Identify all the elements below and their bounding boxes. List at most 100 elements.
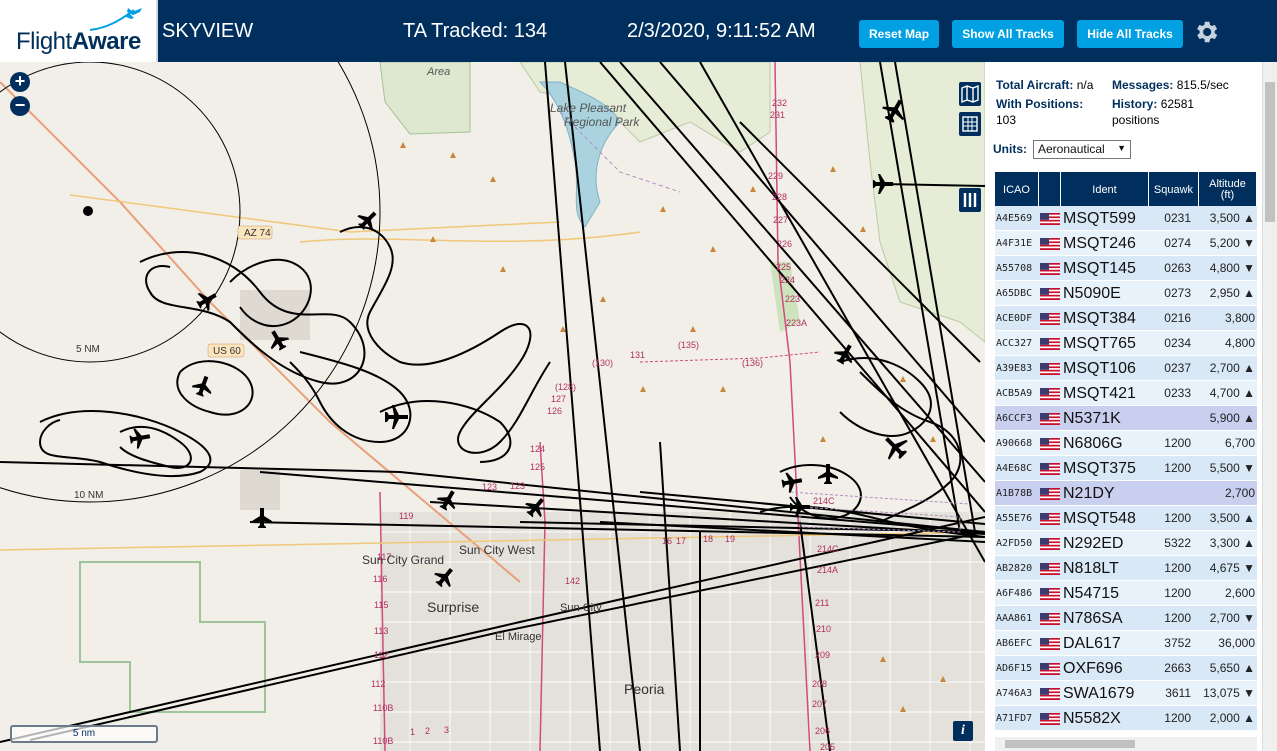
columns-toggle-button[interactable] <box>959 188 981 212</box>
svg-text:227: 227 <box>773 215 788 225</box>
row-icao: ACC327 <box>996 338 1033 349</box>
show-all-tracks-button[interactable]: Show All Tracks <box>952 20 1064 48</box>
zoom-in-button[interactable]: + <box>10 72 30 92</box>
table-row[interactable]: AAA861 N786SA 1200 2,700 ▼ <box>995 606 1257 631</box>
table-row[interactable]: A2FD50 N292ED 5322 3,300 ▲ <box>995 531 1257 556</box>
gear-icon[interactable] <box>1192 18 1220 46</box>
scale-bar: 5 nm <box>10 725 158 743</box>
row-icao: AB6EFC <box>996 638 1033 649</box>
column-flag[interactable] <box>1039 172 1061 208</box>
ring-label-10nm: 10 NM <box>74 490 103 501</box>
row-squawk <box>1151 481 1197 506</box>
row-squawk: 3611 <box>1165 686 1191 700</box>
reset-map-button[interactable]: Reset Map <box>859 20 939 48</box>
positions-value: 103 <box>996 113 1017 127</box>
table-row[interactable]: A6CCF3 N5371K 5,900 ▲ <box>995 406 1257 431</box>
us-flag-icon <box>1040 588 1060 600</box>
row-altitude: 4,700 ▲ <box>1209 386 1255 400</box>
svg-text:226: 226 <box>777 239 792 249</box>
table-row[interactable]: A71FD7 N5582X 1200 2,000 ▲ <box>995 706 1257 731</box>
table-row[interactable]: A1B78B N21DY 2,700 <box>995 481 1257 506</box>
table-row[interactable]: A4F31E MSQT246 0274 5,200 ▼ <box>995 231 1257 256</box>
row-icao: AD6F15 <box>996 663 1033 674</box>
map-label-el-mirage: El Mirage <box>495 631 541 643</box>
svg-text:207: 207 <box>812 699 827 709</box>
table-row[interactable]: A39E83 MSQT106 0237 2,700 ▲ <box>995 356 1257 381</box>
row-icao: A4F31E <box>996 238 1033 249</box>
units-label: Units: <box>993 142 1027 156</box>
row-ident: MSQT384 <box>1063 310 1136 327</box>
table-row[interactable]: A90668 N6806G 1200 6,700 <box>995 431 1257 456</box>
svg-text:224: 224 <box>780 275 795 285</box>
row-altitude: 5,900 ▲ <box>1209 411 1255 425</box>
us-flag-icon <box>1040 463 1060 475</box>
us-flag-icon <box>1040 438 1060 450</box>
row-ident: N6806G <box>1063 435 1123 452</box>
table-row[interactable]: A746A3 SWA1679 3611 13,075 ▼ <box>995 681 1257 706</box>
row-squawk <box>1151 406 1197 431</box>
table-row[interactable]: A65DBC N5090E 0273 2,950 ▲ <box>995 281 1257 306</box>
row-squawk: 1200 <box>1164 611 1191 625</box>
us-flag-icon <box>1040 288 1060 300</box>
svg-text:214C: 214C <box>813 496 835 506</box>
table-row[interactable]: A6F486 N54715 1200 2,600 <box>995 581 1257 606</box>
column-squawk[interactable]: Squawk <box>1149 172 1199 208</box>
row-squawk: 0231 <box>1164 211 1191 225</box>
svg-text:127: 127 <box>551 394 566 404</box>
units-select[interactable]: Aeronautical ▼ <box>1033 140 1131 159</box>
svg-text:211: 211 <box>815 598 829 608</box>
row-altitude: 3,800 <box>1224 311 1255 325</box>
app-title: SKYVIEW <box>162 20 254 42</box>
us-flag-icon <box>1040 663 1060 675</box>
table-row[interactable]: ACB5A9 MSQT421 0233 4,700 ▲ <box>995 381 1257 406</box>
svg-text:19: 19 <box>725 534 735 544</box>
table-row[interactable]: A55E76 MSQT548 1200 3,500 ▲ <box>995 506 1257 531</box>
sidebar-panel: Total Aircraft: n/a Messages: 815.5/sec … <box>985 62 1277 751</box>
table-row[interactable]: A4E569 MSQT599 0231 3,500 ▲ <box>995 206 1257 231</box>
row-altitude: 2,950 ▲ <box>1209 286 1255 300</box>
svg-text:2: 2 <box>425 726 430 736</box>
svg-text:208: 208 <box>812 679 827 689</box>
row-altitude: 3,300 ▲ <box>1209 536 1255 550</box>
table-row[interactable]: ACE0DF MSQT384 0216 3,800 <box>995 306 1257 331</box>
row-altitude: 36,000 <box>1218 636 1255 650</box>
svg-text:110B: 110B <box>373 736 393 746</box>
sidebar-vertical-scrollbar[interactable] <box>1262 62 1277 751</box>
table-row[interactable]: A55708 MSQT145 0263 4,800 ▼ <box>995 256 1257 281</box>
column-altitude[interactable]: Altitude (ft) <box>1199 172 1257 208</box>
map-layers-button[interactable] <box>959 82 981 106</box>
history-unit: positions <box>1112 113 1160 127</box>
svg-text:(130): (130) <box>592 358 613 368</box>
us-flag-icon <box>1040 238 1060 250</box>
map-view[interactable]: 232 231 229 228 227 226 225 224 223 223A (136… <box>0 62 985 751</box>
table-row[interactable]: ACC327 MSQT765 0234 4,800 <box>995 331 1257 356</box>
table-row[interactable]: AB2820 N818LT 1200 4,675 ▼ <box>995 556 1257 581</box>
row-icao: A4E569 <box>996 213 1033 224</box>
info-button[interactable]: i <box>953 721 973 741</box>
map-canvas[interactable]: 232231 229228 227226 225224 223223A (136… <box>0 62 985 751</box>
zoom-out-button[interactable]: − <box>10 96 30 116</box>
column-icao[interactable]: ICAO <box>995 172 1039 208</box>
column-ident[interactable]: Ident <box>1061 172 1149 208</box>
svg-text:206: 206 <box>815 726 830 736</box>
flightaware-logo[interactable]: FlightAware <box>0 0 158 62</box>
table-row[interactable]: A4E68C MSQT375 1200 5,500 ▼ <box>995 456 1257 481</box>
table-row[interactable]: AB6EFC DAL617 3752 36,000 <box>995 631 1257 656</box>
row-altitude: 5,200 ▼ <box>1209 236 1255 250</box>
hide-all-tracks-button[interactable]: Hide All Tracks <box>1077 20 1183 48</box>
svg-text:119: 119 <box>399 511 413 521</box>
svg-text:17: 17 <box>676 536 686 546</box>
table-horizontal-scrollbar[interactable] <box>995 737 1257 751</box>
us-flag-icon <box>1040 263 1060 275</box>
row-altitude: 2,700 ▼ <box>1209 611 1255 625</box>
row-squawk: 0274 <box>1164 236 1191 250</box>
row-icao: A6CCF3 <box>996 413 1033 424</box>
svg-text:1: 1 <box>410 727 415 737</box>
table-row[interactable]: AD6F15 OXF696 2663 5,650 ▲ <box>995 656 1257 681</box>
logo-wordmark: FlightAware <box>16 28 141 55</box>
svg-text:(135): (135) <box>678 340 699 350</box>
svg-text:142: 142 <box>565 576 580 586</box>
us-flag-icon <box>1040 413 1060 425</box>
grid-button[interactable] <box>959 112 981 136</box>
row-icao: AAA861 <box>996 613 1033 624</box>
